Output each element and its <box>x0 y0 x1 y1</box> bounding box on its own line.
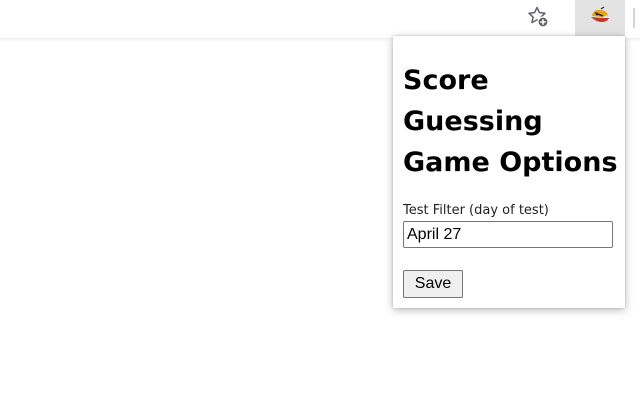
extension-options-popup: Score Guessing Game Options Test Filter … <box>393 36 625 308</box>
browser-toolbar <box>0 0 640 39</box>
toolbar-separator <box>633 8 635 28</box>
test-filter-label: Test Filter (day of test) <box>403 203 549 218</box>
popup-title: Score Guessing Game Options <box>403 65 618 178</box>
test-filter-input[interactable] <box>403 221 613 248</box>
bookmark-button[interactable] <box>524 6 552 32</box>
star-add-icon <box>526 5 550 34</box>
extension-logo-icon <box>589 6 611 31</box>
save-button[interactable]: Save <box>403 270 463 298</box>
extension-button[interactable] <box>575 0 625 36</box>
